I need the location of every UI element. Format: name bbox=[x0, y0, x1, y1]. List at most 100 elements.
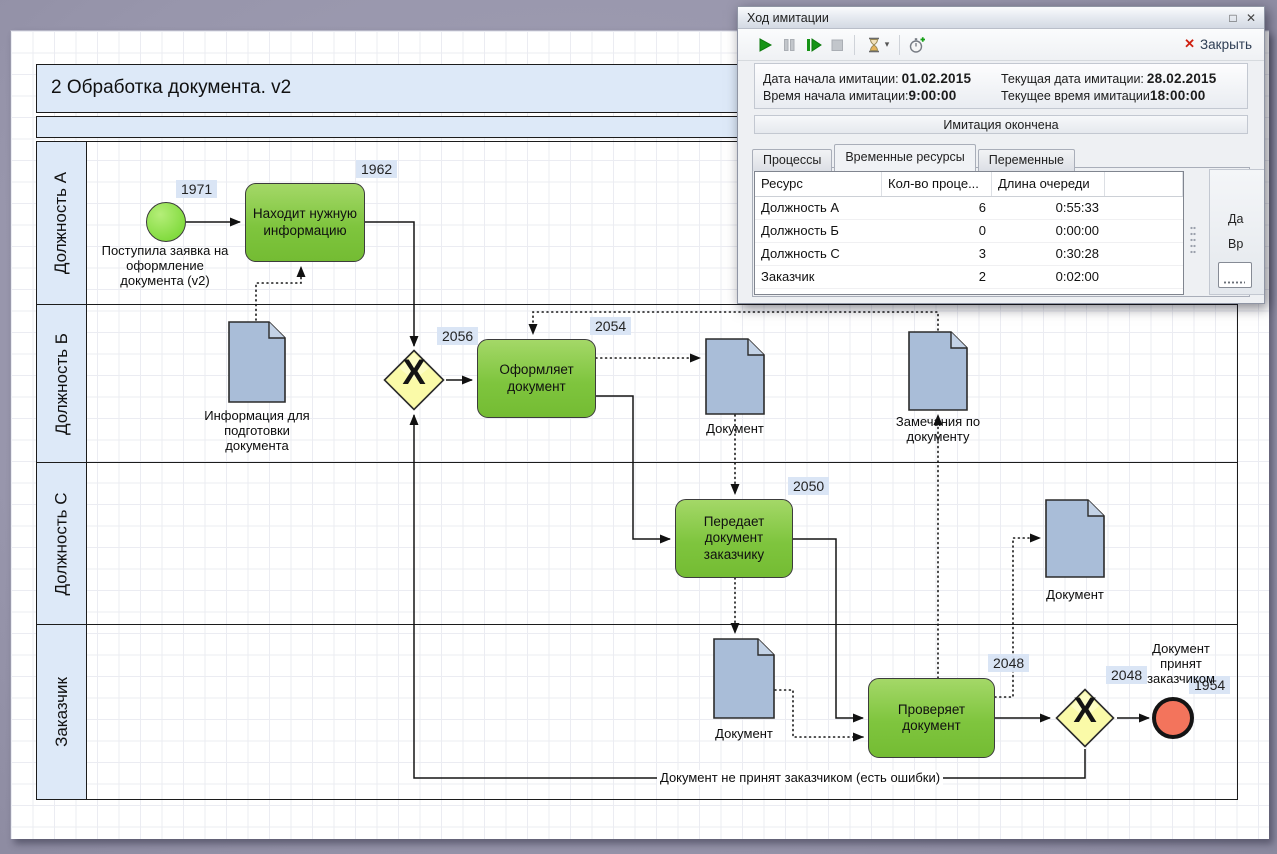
cell-count: 2 bbox=[978, 269, 986, 284]
tab-time-resources[interactable]: Временные ресурсы bbox=[834, 144, 976, 171]
side-label-date: Да bbox=[1228, 212, 1244, 226]
gateway-x-marker: X bbox=[402, 353, 426, 392]
cell-count: 3 bbox=[978, 246, 986, 261]
cell-queue: 0:30:28 bbox=[1055, 246, 1099, 261]
cell-resource: Должность А bbox=[761, 200, 840, 215]
step-forward-button[interactable] bbox=[801, 33, 825, 57]
play-icon bbox=[759, 37, 773, 52]
task-find-badge: 1962 bbox=[356, 160, 398, 178]
task-check-document[interactable]: Проверяет документ bbox=[868, 678, 995, 758]
task-find-information[interactable]: Находит нужную информацию bbox=[245, 183, 365, 262]
stop-button[interactable] bbox=[825, 33, 849, 57]
current-date-value: 28.02.2015 bbox=[1146, 71, 1217, 86]
table-row[interactable]: Должность Б 0 0:00:00 bbox=[755, 220, 1183, 243]
document-c-shape[interactable] bbox=[1045, 499, 1105, 583]
cell-queue: 0:02:00 bbox=[1055, 269, 1099, 284]
pause-icon bbox=[784, 38, 795, 51]
document-info-label: Информация для подготовки документа bbox=[204, 408, 310, 454]
lane-label-position-a: Должность А bbox=[37, 142, 87, 304]
document-remarks-label: Замечания по документу bbox=[895, 414, 981, 445]
side-label-time: Вр bbox=[1228, 237, 1244, 251]
gateway1-badge: 2056 bbox=[437, 327, 479, 345]
speed-dropdown-button[interactable]: ▾ bbox=[860, 33, 894, 57]
document-c-label: Документ bbox=[1046, 587, 1104, 602]
start-event-label: Поступила заявка на оформление документа… bbox=[101, 243, 229, 289]
play-button[interactable] bbox=[753, 33, 777, 57]
stop-icon bbox=[831, 39, 843, 51]
task-check-badge: 2048 bbox=[988, 654, 1030, 672]
tab-processes[interactable]: Процессы bbox=[752, 149, 833, 171]
start-event[interactable] bbox=[146, 202, 186, 242]
column-header-process-count[interactable]: Кол-во проце... bbox=[882, 172, 992, 196]
close-x-icon: ✕ bbox=[1184, 36, 1195, 51]
start-time-value: 9:00:00 bbox=[908, 88, 957, 103]
desktop: 2 Обработка документа. v2 Должность А До… bbox=[0, 0, 1277, 854]
document-remarks-shape[interactable] bbox=[908, 331, 968, 416]
document-d-label: Документ bbox=[715, 726, 773, 741]
dialog-titlebar[interactable]: Ход имитации □ ✕ bbox=[738, 7, 1264, 29]
document-d-shape[interactable] bbox=[713, 638, 775, 724]
current-time-label: Текущее время имитации bbox=[1001, 89, 1150, 103]
tab-strip: Процессы Временные ресурсы Переменные bbox=[752, 141, 1077, 171]
hourglass-icon bbox=[868, 37, 879, 52]
start-date-value: 01.02.2015 bbox=[901, 71, 972, 86]
task-transfer-badge: 2050 bbox=[788, 477, 830, 495]
table-row[interactable]: Заказчик 2 0:02:00 bbox=[755, 266, 1183, 289]
start-time-label: Время начала имитации: bbox=[763, 89, 909, 103]
cell-resource: Должность С bbox=[761, 246, 840, 261]
column-header-resource[interactable]: Ресурс bbox=[755, 172, 882, 196]
simulation-dialog: Ход имитации □ ✕ ▾ ✕ Закрыть Дата начала… bbox=[737, 6, 1265, 304]
lane-label-position-b: Должность Б bbox=[37, 305, 87, 462]
gateway-xor-1[interactable]: X bbox=[383, 349, 445, 411]
close-button-label: Закрыть bbox=[1200, 36, 1252, 52]
task-transfer-document[interactable]: Передает документ заказчику bbox=[675, 499, 793, 578]
close-window-icon[interactable]: ✕ bbox=[1242, 11, 1260, 25]
panel-splitter-handle[interactable] bbox=[1190, 225, 1196, 255]
close-button[interactable]: ✕ Закрыть bbox=[1184, 36, 1252, 52]
current-date-label: Текущая дата имитации: bbox=[1001, 72, 1144, 86]
cell-count: 0 bbox=[978, 223, 986, 238]
document-b-label: Документ bbox=[706, 421, 764, 436]
cell-resource: Заказчик bbox=[761, 269, 815, 284]
document-icon bbox=[908, 331, 968, 411]
chevron-down-icon: ▾ bbox=[884, 39, 890, 49]
gateway-xor-2[interactable]: X bbox=[1055, 688, 1115, 748]
ellipsis-dots bbox=[1223, 281, 1245, 284]
restore-window-icon[interactable]: □ bbox=[1224, 11, 1242, 25]
dialog-title: Ход имитации bbox=[747, 10, 829, 25]
toolbar-separator bbox=[899, 34, 900, 55]
current-time-value: 18:00:00 bbox=[1149, 88, 1206, 103]
task-prepare-document[interactable]: Оформляет документ bbox=[477, 339, 596, 418]
document-icon bbox=[228, 321, 286, 403]
document-info-shape[interactable] bbox=[228, 321, 286, 408]
document-icon bbox=[705, 338, 765, 415]
add-timer-icon bbox=[909, 36, 925, 53]
start-date-label: Дата начала имитации: bbox=[763, 72, 899, 86]
table-row[interactable]: Должность А 6 0:55:33 bbox=[755, 197, 1183, 220]
column-header-empty bbox=[1105, 172, 1183, 196]
end-event[interactable] bbox=[1152, 697, 1194, 739]
toolbar-separator bbox=[854, 34, 855, 55]
cell-count: 6 bbox=[978, 200, 986, 215]
document-icon bbox=[1045, 499, 1105, 578]
side-ellipsis-button[interactable] bbox=[1218, 262, 1252, 288]
status-bar: Имитация окончена bbox=[754, 115, 1248, 134]
end-event-label: Документ принят заказчиком bbox=[1147, 641, 1215, 687]
lane-label-position-c: Должность С bbox=[37, 463, 87, 624]
column-header-queue-length[interactable]: Длина очереди bbox=[992, 172, 1105, 196]
document-icon bbox=[713, 638, 775, 719]
resources-table: Ресурс Кол-во проце... Длина очереди Дол… bbox=[754, 171, 1184, 295]
simulation-info-panel: Дата начала имитации: 01.02.2015 Текущая… bbox=[754, 63, 1248, 109]
start-event-badge: 1971 bbox=[176, 180, 218, 198]
pause-button[interactable] bbox=[777, 33, 801, 57]
table-header-row: Ресурс Кол-во проце... Длина очереди bbox=[755, 172, 1183, 197]
task-prepare-badge: 2054 bbox=[590, 317, 632, 335]
gateway-x-marker: X bbox=[1073, 691, 1097, 730]
document-b-shape[interactable] bbox=[705, 338, 765, 420]
cell-resource: Должность Б bbox=[761, 223, 839, 238]
table-row[interactable]: Должность С 3 0:30:28 bbox=[755, 243, 1183, 266]
step-forward-icon bbox=[807, 37, 822, 52]
tab-variables[interactable]: Переменные bbox=[977, 149, 1075, 171]
lane-label-customer: Заказчик bbox=[37, 625, 87, 799]
add-timer-button[interactable] bbox=[905, 33, 929, 57]
